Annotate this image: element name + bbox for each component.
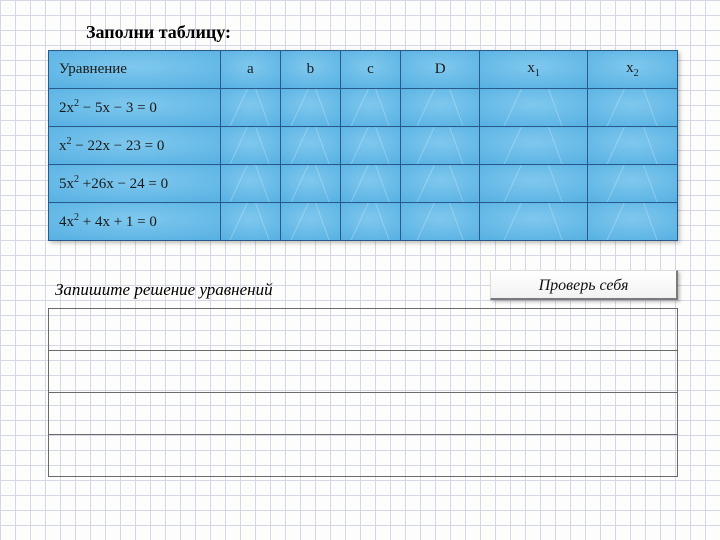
header-a: a bbox=[220, 51, 280, 89]
equation-cell: 5x2 +26x − 24 = 0 bbox=[49, 165, 221, 203]
cell-a[interactable] bbox=[220, 165, 280, 203]
cell-c[interactable] bbox=[340, 89, 400, 127]
header-d: D bbox=[401, 51, 480, 89]
check-button[interactable]: Проверь себя bbox=[490, 270, 678, 300]
equation-table: Уравнение a b c D x1 x2 2x2 − 5x − 3 = 0… bbox=[48, 50, 678, 241]
cell-d[interactable] bbox=[401, 165, 480, 203]
header-b: b bbox=[280, 51, 340, 89]
equation-cell: 2x2 − 5x − 3 = 0 bbox=[49, 89, 221, 127]
cell-b[interactable] bbox=[280, 165, 340, 203]
cell-x2[interactable] bbox=[587, 203, 677, 241]
cell-a[interactable] bbox=[220, 203, 280, 241]
header-equation: Уравнение bbox=[49, 51, 221, 89]
cell-x1[interactable] bbox=[480, 203, 587, 241]
header-x1: x1 bbox=[480, 51, 587, 89]
table-row: 4x2 + 4x + 1 = 0 bbox=[49, 203, 678, 241]
cell-b[interactable] bbox=[280, 127, 340, 165]
table-row: 2x2 − 5x − 3 = 0 bbox=[49, 89, 678, 127]
subtitle: Запишите решение уравнений bbox=[55, 280, 273, 300]
table-row: 5x2 +26x − 24 = 0 bbox=[49, 165, 678, 203]
cell-x2[interactable] bbox=[587, 127, 677, 165]
cell-b[interactable] bbox=[280, 203, 340, 241]
answer-row[interactable] bbox=[49, 309, 678, 351]
cell-d[interactable] bbox=[401, 203, 480, 241]
equation-cell: x2 − 22x − 23 = 0 bbox=[49, 127, 221, 165]
cell-b[interactable] bbox=[280, 89, 340, 127]
header-c: c bbox=[340, 51, 400, 89]
cell-c[interactable] bbox=[340, 127, 400, 165]
cell-x1[interactable] bbox=[480, 89, 587, 127]
cell-x2[interactable] bbox=[587, 165, 677, 203]
answer-row[interactable] bbox=[49, 435, 678, 477]
cell-d[interactable] bbox=[401, 89, 480, 127]
table-row: x2 − 22x − 23 = 0 bbox=[49, 127, 678, 165]
header-x2: x2 bbox=[587, 51, 677, 89]
answer-row[interactable] bbox=[49, 393, 678, 435]
cell-x2[interactable] bbox=[587, 89, 677, 127]
page-title: Заполни таблицу: bbox=[86, 22, 231, 43]
equation-cell: 4x2 + 4x + 1 = 0 bbox=[49, 203, 221, 241]
cell-a[interactable] bbox=[220, 127, 280, 165]
cell-x1[interactable] bbox=[480, 127, 587, 165]
answer-table bbox=[48, 308, 678, 477]
cell-c[interactable] bbox=[340, 203, 400, 241]
cell-a[interactable] bbox=[220, 89, 280, 127]
cell-c[interactable] bbox=[340, 165, 400, 203]
answer-row[interactable] bbox=[49, 351, 678, 393]
header-row: Уравнение a b c D x1 x2 bbox=[49, 51, 678, 89]
cell-d[interactable] bbox=[401, 127, 480, 165]
cell-x1[interactable] bbox=[480, 165, 587, 203]
